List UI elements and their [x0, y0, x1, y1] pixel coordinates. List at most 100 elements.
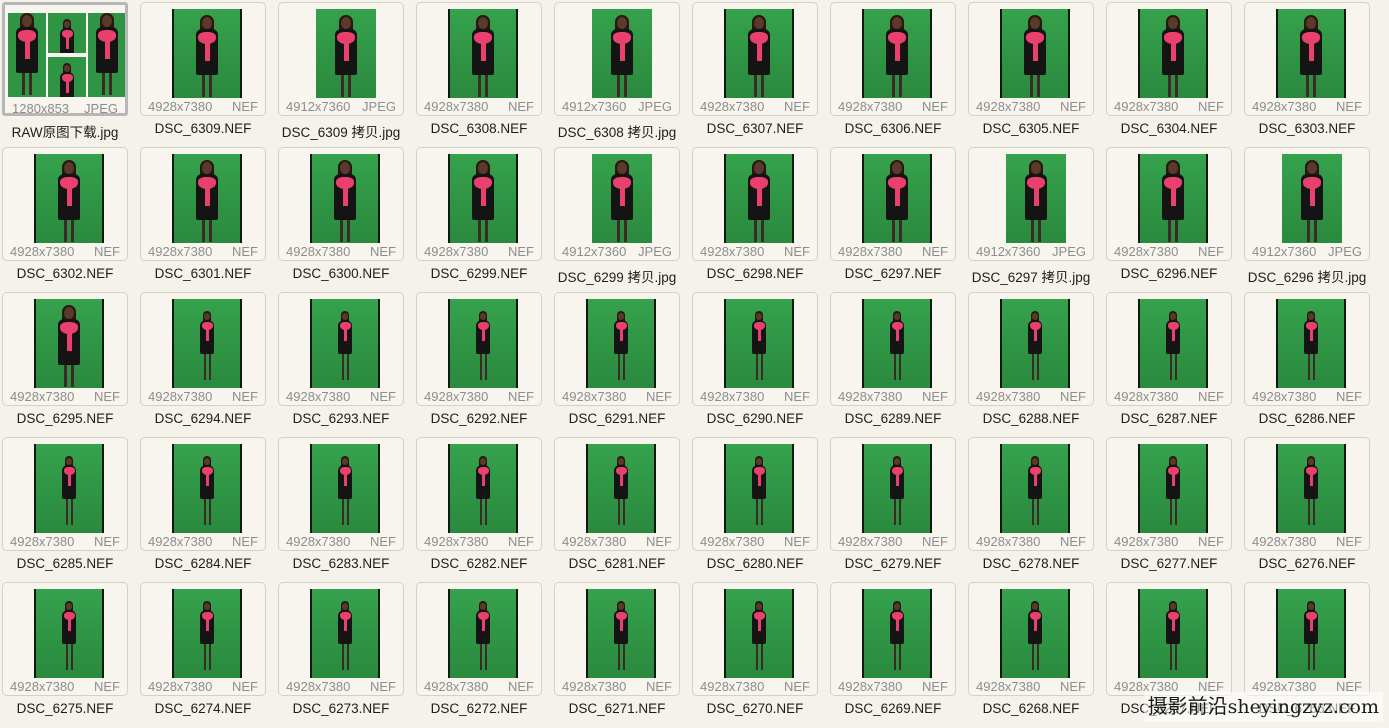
thumbnail-image[interactable]: 4912x7360 JPEG: [278, 2, 404, 116]
file-tile[interactable]: 4928x7380 NEF DSC_6290.NEF: [690, 290, 828, 435]
file-name[interactable]: DSC_6295.NEF: [0, 411, 134, 426]
file-tile[interactable]: 4928x7380 NEF DSC_6299.NEF: [414, 145, 552, 290]
thumbnail-image[interactable]: 4928x7380 NEF: [1106, 582, 1232, 696]
thumbnail-image[interactable]: 4912x7360 JPEG: [554, 2, 680, 116]
file-name[interactable]: DSC_6299 拷贝.jpg: [548, 266, 686, 286]
file-tile[interactable]: 4928x7380 NEF DSC_6302.NEF: [0, 145, 138, 290]
file-name[interactable]: RAW原图下载.jpg: [0, 121, 134, 141]
thumbnail-image[interactable]: 4928x7380 NEF: [416, 437, 542, 551]
thumbnail-image[interactable]: 4928x7380 NEF: [554, 582, 680, 696]
thumbnail-image[interactable]: 4928x7380 NEF: [692, 147, 818, 261]
thumbnail-image[interactable]: 4928x7380 NEF: [692, 2, 818, 116]
file-tile[interactable]: 4928x7380 NEF DSC_6281.NEF: [552, 435, 690, 580]
file-name[interactable]: DSC_6304.NEF: [1100, 121, 1238, 136]
file-name[interactable]: DSC_6301.NEF: [134, 266, 272, 281]
thumbnail-image[interactable]: 4928x7380 NEF: [2, 147, 128, 261]
file-tile[interactable]: 4928x7380 NEF DSC_6300.NEF: [276, 145, 414, 290]
thumbnail-image[interactable]: 4928x7380 NEF: [416, 292, 542, 406]
file-name[interactable]: DSC_6277.NEF: [1100, 556, 1238, 571]
file-name[interactable]: DSC_6283.NEF: [272, 556, 410, 571]
file-tile[interactable]: 4928x7380 NEF DSC_6304.NEF: [1104, 0, 1242, 145]
file-tile[interactable]: 4928x7380 NEF DSC_6287.NEF: [1104, 290, 1242, 435]
file-tile[interactable]: 4928x7380 NEF DSC_6279.NEF: [828, 435, 966, 580]
thumbnail-image[interactable]: 4928x7380 NEF: [1106, 147, 1232, 261]
file-tile[interactable]: 1280x853 JPEG RAW原图下载.jpg: [0, 0, 138, 145]
file-name[interactable]: DSC_6306.NEF: [824, 121, 962, 136]
file-name[interactable]: DSC_6286.NEF: [1238, 411, 1376, 426]
file-name[interactable]: DSC_6272.NEF: [410, 701, 548, 716]
thumbnail-image[interactable]: 4928x7380 NEF: [692, 292, 818, 406]
file-name[interactable]: DSC_6297 拷贝.jpg: [962, 266, 1100, 286]
thumbnail-image[interactable]: 4928x7380 NEF: [830, 437, 956, 551]
file-tile[interactable]: 4928x7380 NEF DSC_6271.NEF: [552, 580, 690, 725]
thumbnail-image[interactable]: 4928x7380 NEF: [278, 147, 404, 261]
file-name[interactable]: DSC_6305.NEF: [962, 121, 1100, 136]
thumbnail-image[interactable]: 4928x7380 NEF: [1244, 437, 1370, 551]
thumbnail-image[interactable]: 4928x7380 NEF: [968, 292, 1094, 406]
file-tile[interactable]: 4928x7380 NEF DSC_6307.NEF: [690, 0, 828, 145]
file-tile[interactable]: 4928x7380 NEF DSC_6297.NEF: [828, 145, 966, 290]
file-name[interactable]: DSC_6290.NEF: [686, 411, 824, 426]
file-tile[interactable]: 4928x7380 NEF DSC_6303.NEF: [1242, 0, 1380, 145]
file-name[interactable]: DSC_6292.NEF: [410, 411, 548, 426]
file-tile[interactable]: 4912x7360 JPEG DSC_6296 拷贝.jpg: [1242, 145, 1380, 290]
file-name[interactable]: DSC_6299.NEF: [410, 266, 548, 281]
file-name[interactable]: DSC_6271.NEF: [548, 701, 686, 716]
file-tile[interactable]: 4928x7380 NEF DSC_6280.NEF: [690, 435, 828, 580]
file-tile[interactable]: 4928x7380 NEF DSC_6308.NEF: [414, 0, 552, 145]
file-name[interactable]: DSC_6300.NEF: [272, 266, 410, 281]
thumbnail-image[interactable]: 4928x7380 NEF: [1244, 582, 1370, 696]
file-name[interactable]: DSC_6273.NEF: [272, 701, 410, 716]
thumbnail-image[interactable]: 4912x7360 JPEG: [968, 147, 1094, 261]
file-name[interactable]: DSC_6269.NEF: [824, 701, 962, 716]
file-name[interactable]: DSC_6281.NEF: [548, 556, 686, 571]
thumbnail-image[interactable]: 4928x7380 NEF: [278, 437, 404, 551]
file-name[interactable]: DSC_6309.NEF: [134, 121, 272, 136]
file-tile[interactable]: 4928x7380 NEF DSC_6298.NEF: [690, 145, 828, 290]
thumbnail-image[interactable]: 1280x853 JPEG: [2, 2, 128, 116]
file-name[interactable]: DSC_6298.NEF: [686, 266, 824, 281]
file-name[interactable]: DSC_6282.NEF: [410, 556, 548, 571]
file-tile[interactable]: 4928x7380 NEF DSC_6306.NEF: [828, 0, 966, 145]
thumbnail-image[interactable]: 4928x7380 NEF: [140, 292, 266, 406]
thumbnail-image[interactable]: 4928x7380 NEF: [830, 2, 956, 116]
file-tile[interactable]: 4928x7380 NEF DSC_6288.NEF: [966, 290, 1104, 435]
file-name[interactable]: DSC_6293.NEF: [272, 411, 410, 426]
thumbnail-image[interactable]: 4928x7380 NEF: [830, 582, 956, 696]
thumbnail-image[interactable]: 4928x7380 NEF: [2, 292, 128, 406]
thumbnail-image[interactable]: 4928x7380 NEF: [140, 582, 266, 696]
thumbnail-image[interactable]: 4928x7380 NEF: [278, 292, 404, 406]
file-tile[interactable]: 4928x7380 NEF DSC_6305.NEF: [966, 0, 1104, 145]
thumbnail-image[interactable]: 4928x7380 NEF: [968, 437, 1094, 551]
thumbnail-image[interactable]: 4928x7380 NEF: [416, 582, 542, 696]
file-name[interactable]: DSC_6297.NEF: [824, 266, 962, 281]
file-name[interactable]: DSC_6274.NEF: [134, 701, 272, 716]
file-name[interactable]: DSC_6296 拷贝.jpg: [1238, 266, 1376, 286]
file-name[interactable]: DSC_6291.NEF: [548, 411, 686, 426]
thumbnail-image[interactable]: 4912x7360 JPEG: [1244, 147, 1370, 261]
thumbnail-image[interactable]: 4928x7380 NEF: [968, 2, 1094, 116]
file-tile[interactable]: 4928x7380 NEF DSC_6270.NEF: [690, 580, 828, 725]
file-name[interactable]: DSC_6280.NEF: [686, 556, 824, 571]
file-tile[interactable]: 4928x7380 NEF DSC_6309.NEF: [138, 0, 276, 145]
file-tile[interactable]: 4928x7380 NEF DSC_6289.NEF: [828, 290, 966, 435]
file-name[interactable]: DSC_6288.NEF: [962, 411, 1100, 426]
file-tile[interactable]: 4928x7380 NEF DSC_6293.NEF: [276, 290, 414, 435]
file-name[interactable]: DSC_6270.NEF: [686, 701, 824, 716]
file-name[interactable]: DSC_6302.NEF: [0, 266, 134, 281]
file-tile[interactable]: 4928x7380 NEF DSC_6269.NEF: [828, 580, 966, 725]
thumbnail-image[interactable]: 4928x7380 NEF: [1106, 2, 1232, 116]
file-name[interactable]: DSC_6303.NEF: [1238, 121, 1376, 136]
file-tile[interactable]: 4928x7380 NEF DSC_6273.NEF: [276, 580, 414, 725]
thumbnail-image[interactable]: 4928x7380 NEF: [1106, 437, 1232, 551]
thumbnail-image[interactable]: 4928x7380 NEF: [140, 147, 266, 261]
file-tile[interactable]: 4928x7380 NEF DSC_6292.NEF: [414, 290, 552, 435]
file-tile[interactable]: 4928x7380 NEF DSC_6285.NEF: [0, 435, 138, 580]
file-name[interactable]: DSC_6276.NEF: [1238, 556, 1376, 571]
thumbnail-image[interactable]: 4928x7380 NEF: [278, 582, 404, 696]
thumbnail-image[interactable]: 4928x7380 NEF: [416, 2, 542, 116]
thumbnail-image[interactable]: 4928x7380 NEF: [554, 437, 680, 551]
file-tile[interactable]: 4928x7380 NEF DSC_6272.NEF: [414, 580, 552, 725]
file-name[interactable]: DSC_6307.NEF: [686, 121, 824, 136]
thumbnail-image[interactable]: 4928x7380 NEF: [2, 582, 128, 696]
